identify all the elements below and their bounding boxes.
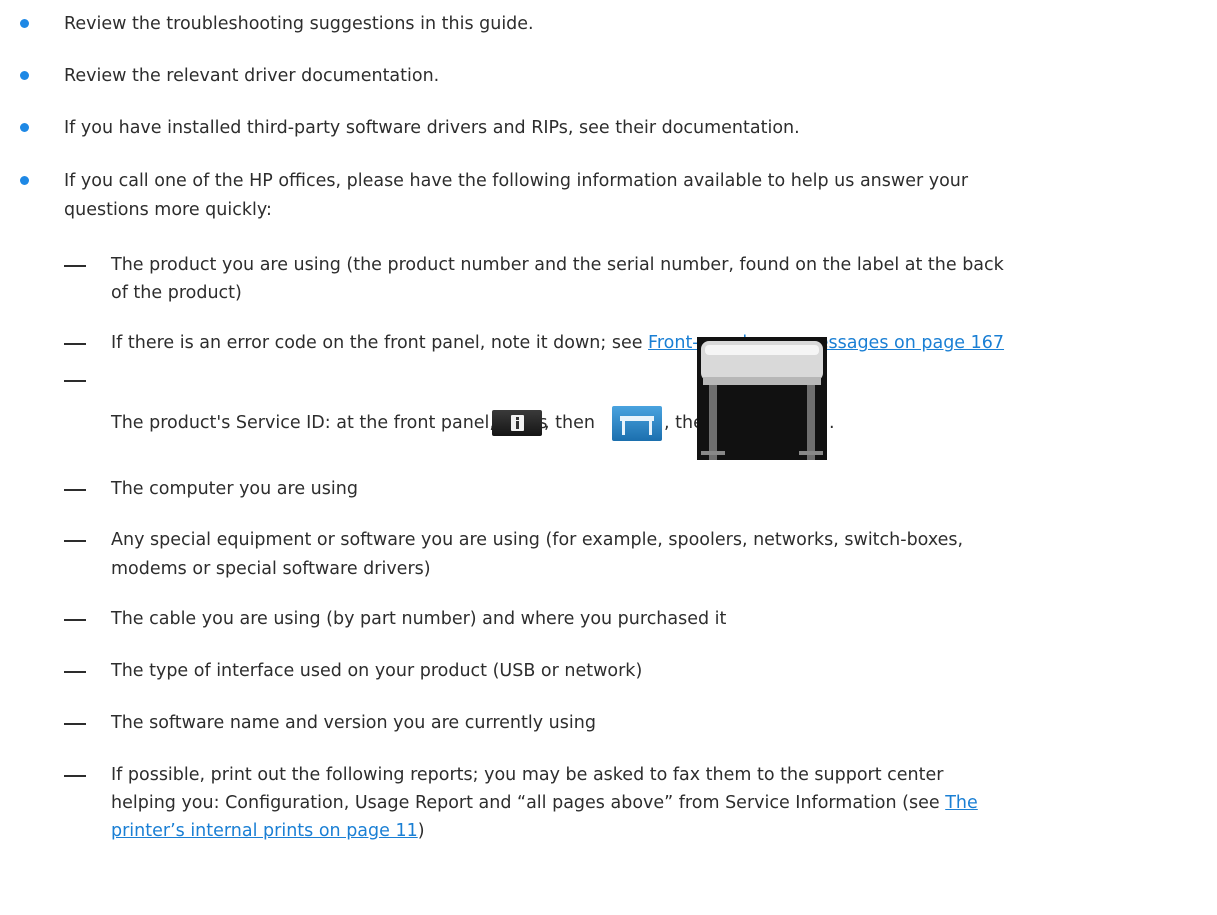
bullet-3 [20,123,29,132]
internal-prints-link-part1[interactable]: The [945,793,978,813]
dash-2 [64,343,86,345]
dash-6 [64,619,86,621]
dash-8 [64,723,86,725]
info-icon [492,410,542,436]
dash-7 [64,671,86,673]
dash-1 [64,265,86,267]
dash-9 [64,775,86,777]
printer-icon [612,406,662,441]
dash-3 [64,380,86,382]
internal-prints-link-part2[interactable]: printer’s internal prints on page 11 [111,821,418,841]
bullet-1 [20,19,29,28]
bullet-4 [20,176,29,185]
dash-5 [64,540,86,542]
bullet-2 [20,71,29,80]
dash-4 [64,489,86,491]
printer-photo-icon [697,337,827,460]
